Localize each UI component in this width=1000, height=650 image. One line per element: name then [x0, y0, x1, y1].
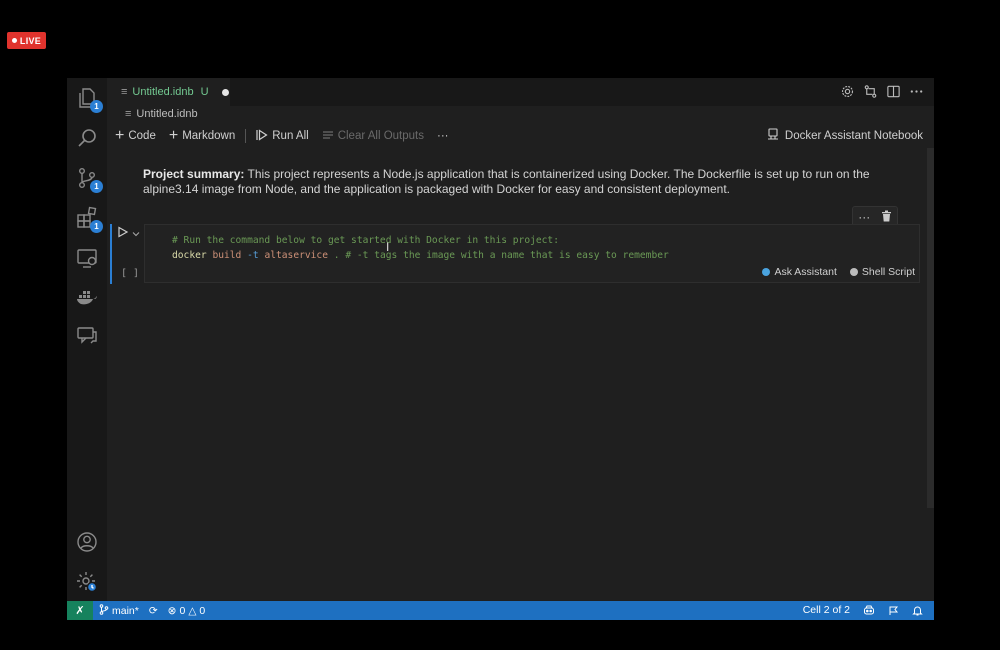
warning-icon: △: [188, 605, 197, 617]
add-markdown-label: Markdown: [182, 130, 236, 142]
kernel-label: Docker Assistant Notebook: [784, 129, 923, 142]
chat-icon[interactable]: [75, 324, 99, 348]
remote-indicator-icon[interactable]: ✗: [67, 601, 93, 620]
copilot-icon[interactable]: [863, 605, 875, 616]
sync-icon[interactable]: ⟳: [149, 605, 158, 617]
assistant-icon: [761, 267, 771, 277]
cell-language-button[interactable]: Shell Script: [849, 266, 915, 278]
live-label: LIVE: [19, 35, 42, 46]
more-actions-icon[interactable]: [909, 84, 924, 99]
cell-focus-indicator: [110, 224, 112, 284]
manage-gear-icon[interactable]: [75, 570, 99, 594]
notifications-bell-icon[interactable]: [912, 605, 923, 616]
language-icon: [849, 267, 859, 277]
notebook-file-icon: ≡: [121, 86, 128, 98]
run-all-label: Run All: [272, 130, 309, 142]
plus-icon: +: [115, 127, 125, 144]
remote-explorer-icon[interactable]: [75, 246, 99, 270]
vertical-scrollbar[interactable]: [927, 148, 934, 508]
code-comment-line: # Run the command below to get started w…: [172, 235, 559, 246]
tab-bar: ≡ Untitled.idnb U: [107, 78, 934, 106]
error-count: 0: [179, 605, 186, 617]
editor-actions: [840, 84, 924, 99]
activity-bar: 1 1 1: [67, 78, 107, 601]
problems-indicator[interactable]: ⊗ 0 △ 0: [168, 605, 206, 617]
kernel-icon: [767, 128, 779, 143]
explorer-badge: 1: [90, 100, 103, 113]
error-icon: ⊗: [167, 605, 177, 617]
add-code-cell-button[interactable]: + Code: [115, 127, 156, 144]
status-bar: ✗ main* ⟳ ⊗ 0 △ 0 Cell 2 of 2: [67, 601, 934, 620]
run-options-chevron-down-icon[interactable]: [132, 225, 140, 243]
token-command: docker: [172, 250, 207, 261]
cell-language-label: Shell Script: [861, 266, 915, 278]
status-bar-left: main* ⟳ ⊗ 0 △ 0: [99, 604, 205, 618]
summary-heading: Project summary:: [143, 167, 245, 181]
add-code-label: Code: [128, 130, 156, 142]
cell-status-bar: Ask Assistant Shell Script: [761, 266, 915, 278]
token-flag: -t: [247, 250, 259, 261]
branch-icon: [99, 604, 109, 618]
toolbar-more-label: ···: [436, 130, 449, 142]
split-editor-icon[interactable]: [886, 84, 901, 99]
add-markdown-cell-button[interactable]: + Markdown: [168, 127, 236, 144]
kernel-picker[interactable]: Docker Assistant Notebook: [767, 128, 923, 143]
run-cell-controls: [117, 225, 140, 243]
docker-icon[interactable]: [75, 285, 99, 309]
clear-all-outputs-button[interactable]: Clear All Outputs: [322, 129, 424, 144]
notebook-toolbar: + Code + Markdown Run All Clear All Outp…: [115, 128, 461, 144]
delete-cell-icon[interactable]: [881, 210, 892, 225]
markdown-cell[interactable]: Project summary: This project represents…: [143, 167, 903, 197]
token-argument: altaservice: [264, 250, 328, 261]
tab-status: U: [200, 86, 209, 98]
vscode-window: 1 1 1 ≡ Untitled.idnb U ≡ Untitled.idnb …: [67, 78, 934, 620]
token-rest: . # -t tags the image with a name that i…: [328, 250, 669, 261]
branch-indicator[interactable]: main*: [99, 604, 139, 618]
run-all-icon: [256, 128, 268, 144]
text-cursor-icon: I: [386, 240, 390, 254]
settings-gear-icon[interactable]: [840, 84, 855, 99]
summary-text: This project represents a Node.js applic…: [143, 167, 870, 196]
accounts-icon[interactable]: [75, 530, 99, 554]
execution-count: [ ]: [121, 268, 140, 279]
ask-assistant-button[interactable]: Ask Assistant: [761, 266, 837, 278]
cell-position[interactable]: Cell 2 of 2: [803, 604, 850, 616]
live-dot-icon: [11, 38, 17, 43]
warning-count: 0: [199, 605, 206, 617]
ask-assistant-label: Ask Assistant: [774, 266, 837, 278]
status-bar-right: Cell 2 of 2: [803, 604, 923, 616]
extensions-badge: 1: [90, 220, 103, 233]
run-cell-icon[interactable]: [117, 225, 129, 243]
cell-more-icon[interactable]: ···: [858, 210, 870, 224]
code-cell[interactable]: # Run the command below to get started w…: [144, 224, 920, 283]
explorer-icon[interactable]: 1: [75, 86, 103, 113]
source-control-badge: 1: [90, 180, 103, 193]
toolbar-divider: [245, 129, 247, 143]
search-icon[interactable]: [75, 126, 99, 150]
plus-icon: +: [168, 127, 179, 144]
breadcrumb-file: Untitled.idnb: [136, 108, 198, 120]
run-all-button[interactable]: Run All: [256, 128, 309, 144]
toolbar-more-button[interactable]: ···: [437, 130, 449, 142]
source-control-icon[interactable]: 1: [75, 166, 103, 193]
code-command-line: docker build -t altaservice . # -t tags …: [172, 250, 669, 261]
unsaved-dot-icon[interactable]: [221, 88, 229, 96]
notebook-breadcrumb-icon: ≡: [125, 108, 132, 120]
breadcrumb[interactable]: ≡ Untitled.idnb: [125, 108, 198, 120]
clear-outputs-icon: [322, 129, 334, 144]
branch-label: main*: [112, 605, 139, 617]
tab-untitled-idnb[interactable]: ≡ Untitled.idnb U: [107, 78, 230, 106]
tab-title: Untitled.idnb: [132, 86, 194, 98]
live-badge: LIVE: [7, 32, 46, 49]
token-subcommand: build: [212, 250, 242, 261]
extensions-icon[interactable]: 1: [75, 206, 103, 233]
feedback-icon[interactable]: [888, 605, 899, 616]
compare-changes-icon[interactable]: [863, 84, 878, 99]
clear-outputs-label: Clear All Outputs: [337, 130, 424, 142]
